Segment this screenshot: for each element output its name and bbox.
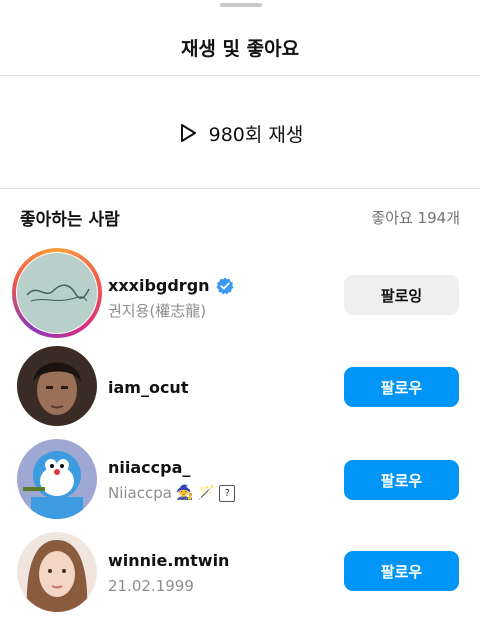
plays-count: 980회 재생 (208, 123, 304, 146)
section-divider (0, 188, 480, 189)
avatar-image (17, 253, 97, 333)
follow-button[interactable]: 팔로우 (344, 460, 459, 500)
verified-badge-icon (216, 277, 234, 294)
username-text: winnie.mtwin (108, 551, 230, 570)
play-icon (180, 124, 196, 142)
likes-count: 좋아요 194개 (371, 209, 460, 227)
likes-section-title: 좋아하는 사람 (20, 210, 120, 230)
following-button[interactable]: 팔로잉 (344, 275, 459, 315)
sheet-grabber[interactable] (220, 3, 262, 7)
username[interactable]: niiaccpa_ (108, 458, 190, 477)
user-row[interactable]: niiaccpa_ Niiaccpa 🧙 🪄 ? 팔로우 (0, 434, 480, 526)
username[interactable]: winnie.mtwin (108, 551, 229, 570)
wizard-wand-emoji: 🧙 🪄 (175, 485, 216, 501)
display-name-text: Niiaccpa (108, 484, 172, 502)
user-row[interactable]: winnie.mtwin 21.02.1999 팔로우 (0, 527, 480, 619)
avatar-image (17, 532, 97, 612)
username-text: iam_ocut (108, 378, 189, 397)
avatar[interactable] (17, 253, 97, 333)
user-row[interactable]: xxxibgdrgn 권지용(權志龍) 팔로잉 (0, 248, 480, 340)
unknown-glyph-box: ? (219, 484, 236, 502)
user-row[interactable]: iam_ocut 팔로우 (0, 341, 480, 433)
username-text: niiaccpa_ (108, 458, 191, 477)
username[interactable]: xxxibgdrgn (108, 276, 234, 295)
plays-summary: 980회 재생 (0, 116, 480, 150)
header-divider (0, 75, 480, 76)
username[interactable]: iam_ocut (108, 378, 188, 397)
avatar-image (17, 439, 97, 519)
follow-button[interactable]: 팔로우 (344, 551, 459, 591)
follow-button[interactable]: 팔로우 (344, 367, 459, 407)
avatar[interactable] (17, 439, 97, 519)
display-name: Niiaccpa 🧙 🪄 ? (108, 484, 236, 502)
full-name: 21.02.1999 (108, 577, 194, 595)
full-name: 권지용(權志龍) (108, 302, 207, 320)
avatar[interactable] (17, 532, 97, 612)
sheet-title: 재생 및 좋아요 (180, 38, 300, 60)
avatar[interactable] (17, 346, 97, 426)
username-text: xxxibgdrgn (108, 276, 210, 295)
avatar-image (17, 346, 97, 426)
